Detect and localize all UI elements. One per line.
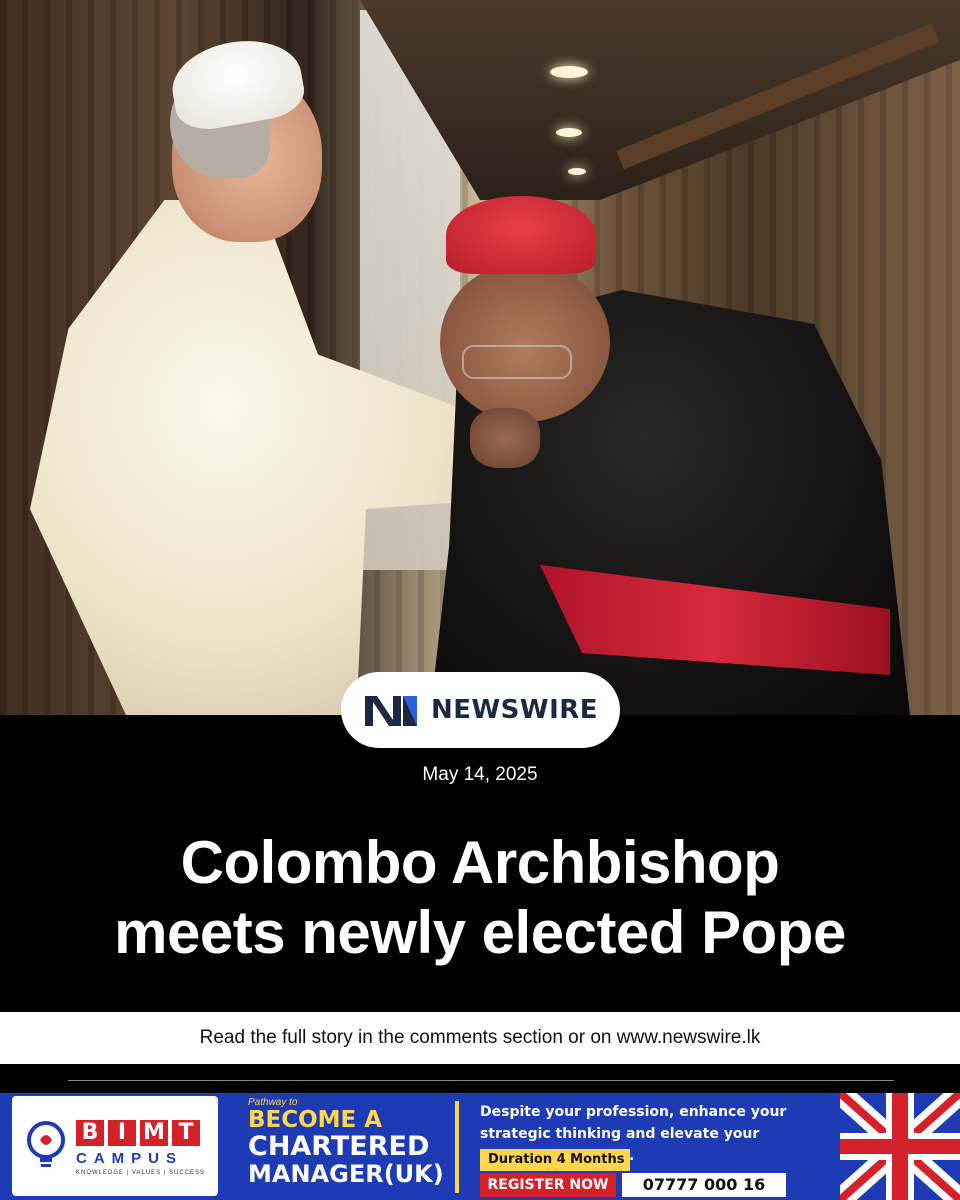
ceiling-light bbox=[556, 128, 582, 137]
newswire-logo[interactable]: NEWSWIRE bbox=[341, 672, 620, 748]
bimt-letter: T bbox=[172, 1120, 200, 1146]
clasped-hands bbox=[470, 408, 540, 468]
divider-line bbox=[68, 1080, 894, 1081]
headline-line-2: meets newly elected Pope bbox=[114, 899, 846, 966]
news-photo bbox=[0, 0, 960, 715]
register-now-button[interactable]: REGISTER NOW bbox=[480, 1173, 616, 1197]
newswire-logo-icon bbox=[364, 696, 417, 726]
ad-promo-title: Pathway to BECOME A CHARTERED MANAGER(UK… bbox=[248, 1097, 444, 1187]
ad-banner[interactable]: B I M T CAMPUS KNOWLEDGE | VALUES | SUCC… bbox=[0, 1093, 960, 1200]
ceiling-light bbox=[550, 66, 588, 78]
ad-separator bbox=[455, 1101, 459, 1193]
become-label: BECOME A bbox=[248, 1107, 383, 1133]
manager-label: MANAGER(UK) bbox=[248, 1160, 444, 1188]
bimt-letter: M bbox=[140, 1120, 168, 1146]
bimt-letters: B I M T bbox=[76, 1120, 200, 1146]
archbishop-head bbox=[440, 262, 610, 422]
headline: Colombo Archbishop meets newly elected P… bbox=[0, 828, 960, 968]
bimt-letter: B bbox=[76, 1120, 104, 1146]
brand-tagline: KNOWLEDGE | VALUES | SUCCESS bbox=[76, 1170, 206, 1176]
duration-badge: Duration 4 Months bbox=[480, 1149, 630, 1171]
newswire-wordmark: NEWSWIRE bbox=[430, 695, 599, 725]
headline-line-1: Colombo Archbishop bbox=[180, 829, 780, 896]
uk-flag-icon bbox=[840, 1093, 960, 1200]
phone-number[interactable]: 07777 000 16 bbox=[622, 1173, 786, 1197]
lightbulb-icon bbox=[27, 1121, 65, 1167]
bimt-campus-logo: B I M T CAMPUS KNOWLEDGE | VALUES | SUCC… bbox=[12, 1096, 218, 1196]
chartered-label: CHARTERED bbox=[248, 1131, 430, 1162]
read-more-text: Read the full story in the comments sect… bbox=[199, 1027, 761, 1048]
read-more-strip: Read the full story in the comments sect… bbox=[0, 1012, 960, 1064]
archbishop-glasses bbox=[462, 345, 572, 379]
bimt-letter: I bbox=[108, 1120, 136, 1146]
campus-label: CAMPUS bbox=[76, 1150, 184, 1167]
archbishop-red-cap bbox=[446, 196, 596, 274]
ceiling-light bbox=[568, 168, 586, 175]
publish-date: May 14, 2025 bbox=[422, 764, 538, 785]
